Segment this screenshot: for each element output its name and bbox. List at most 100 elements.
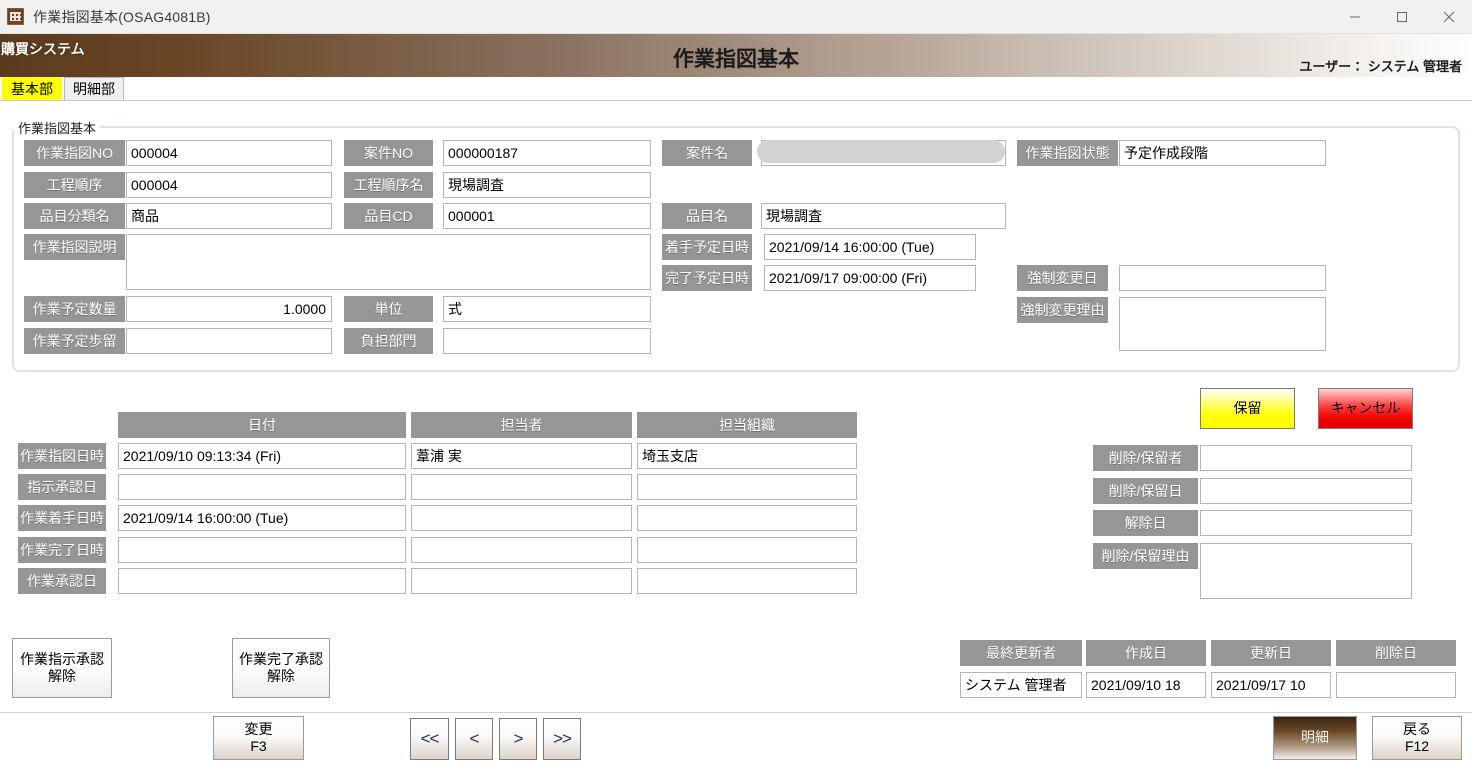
panel-legend: 作業指図基本 <box>14 118 101 137</box>
label-planned-qty: 作業予定数量 <box>24 296 125 322</box>
detail-button[interactable]: 明細 <box>1273 716 1357 760</box>
change-button-line1: 変更 <box>244 720 273 737</box>
label-planned-start: 着手予定日時 <box>662 234 752 260</box>
window-title: 作業指図基本(OSAG4081B) <box>33 8 211 25</box>
grid-cell-org-0[interactable]: 埼玉支店 <box>637 443 857 469</box>
instruction-approval-release-line1: 作業指示承認 <box>20 650 104 667</box>
label-forced-change-date: 強制変更日 <box>1017 265 1108 291</box>
label-item-class-name: 品目分類名 <box>24 203 125 229</box>
label-planned-end: 完了予定日時 <box>662 265 752 291</box>
grid-cell-person-4[interactable] <box>411 568 632 594</box>
grid-cell-org-1[interactable] <box>637 474 857 500</box>
input-planned-start[interactable]: 2021/09/14 16:00:00 (Tue) <box>764 234 976 260</box>
tab-kihonbu[interactable]: 基本部 <box>2 77 62 100</box>
grid-cell-person-0[interactable]: 葦浦 実 <box>411 443 632 469</box>
label-case-name: 案件名 <box>662 140 752 166</box>
label-item-name: 品目名 <box>662 203 752 229</box>
audit-value-last-updater[interactable]: システム 管理者 <box>960 672 1082 698</box>
audit-header-deleted-date: 削除日 <box>1336 640 1456 666</box>
input-planned-end[interactable]: 2021/09/17 09:00:00 (Fri) <box>764 265 976 291</box>
change-button[interactable]: 変更 F3 <box>213 716 304 760</box>
input-forced-change-date[interactable] <box>1119 265 1326 291</box>
input-process-seq[interactable]: 000004 <box>126 172 332 198</box>
label-case-no: 案件NO <box>344 140 433 166</box>
label-item-cd: 品目CD <box>344 203 433 229</box>
grid-cell-org-2[interactable] <box>637 505 857 531</box>
tab-meisaibu[interactable]: 明細部 <box>64 77 124 100</box>
grid-cell-date-1[interactable] <box>118 474 406 500</box>
label-forced-change-reason: 強制変更理由 <box>1017 297 1108 323</box>
grid-cell-person-3[interactable] <box>411 537 632 563</box>
label-unit: 単位 <box>344 296 433 322</box>
input-item-class-name[interactable]: 商品 <box>126 203 332 229</box>
user-name: システム 管理者 <box>1367 59 1462 74</box>
grid-header-date: 日付 <box>118 412 406 438</box>
nav-prev-button[interactable]: < <box>455 718 493 760</box>
grid-row-label-0: 作業指図日時 <box>18 443 106 469</box>
input-work-order-no[interactable]: 000004 <box>126 140 332 166</box>
grid-cell-date-2[interactable]: 2021/09/14 16:00:00 (Tue) <box>118 505 406 531</box>
grid-cell-person-1[interactable] <box>411 474 632 500</box>
grid-cell-date-3[interactable] <box>118 537 406 563</box>
cancel-button[interactable]: キャンセル <box>1318 388 1413 429</box>
grid-cell-org-4[interactable] <box>637 568 857 594</box>
label-release-date: 解除日 <box>1093 510 1198 536</box>
back-button[interactable]: 戻る F12 <box>1372 716 1462 760</box>
audit-header-last-updater: 最終更新者 <box>960 640 1082 666</box>
user-info: ユーザー： システム 管理者 <box>1299 56 1462 75</box>
input-process-seq-name[interactable]: 現場調査 <box>443 172 651 198</box>
input-delete-hold-date[interactable] <box>1200 478 1412 504</box>
audit-value-updated-date[interactable]: 2021/09/17 10 <box>1211 672 1331 698</box>
label-work-order-no: 作業指図NO <box>24 140 125 166</box>
input-work-order-status[interactable]: 予定作成段階 <box>1119 140 1326 166</box>
audit-header-updated-date: 更新日 <box>1211 640 1331 666</box>
window-controls <box>1331 0 1472 33</box>
window-titlebar: 作業指図基本(OSAG4081B) <box>0 0 1472 34</box>
label-charge-dept: 負担部門 <box>344 328 433 354</box>
app-icon <box>7 8 24 25</box>
audit-value-deleted-date[interactable] <box>1336 672 1456 698</box>
input-planned-qty[interactable]: 1.0000 <box>126 296 332 322</box>
grid-row-label-2: 作業着手日時 <box>18 505 106 531</box>
input-item-name[interactable]: 現場調査 <box>761 203 1006 229</box>
maximize-icon[interactable] <box>1378 0 1425 33</box>
user-label: ユーザー： <box>1299 59 1365 74</box>
completion-approval-release-button[interactable]: 作業完了承認 解除 <box>232 638 330 698</box>
grid-cell-person-2[interactable] <box>411 505 632 531</box>
nav-last-button[interactable]: >> <box>543 718 581 760</box>
grid-cell-org-3[interactable] <box>637 537 857 563</box>
back-button-line1: 戻る <box>1403 720 1431 737</box>
input-work-order-desc[interactable] <box>126 234 651 290</box>
input-case-no[interactable]: 000000187 <box>443 140 651 166</box>
label-process-seq: 工程順序 <box>24 172 125 198</box>
instruction-approval-release-button[interactable]: 作業指示承認 解除 <box>12 638 112 698</box>
input-release-date[interactable] <box>1200 510 1412 536</box>
input-item-cd[interactable]: 000001 <box>443 203 651 229</box>
grid-cell-date-4[interactable] <box>118 568 406 594</box>
label-delete-hold-reason: 削除/保留理由 <box>1093 543 1198 569</box>
case-name-redaction <box>757 140 1005 163</box>
footer-divider <box>0 712 1472 713</box>
input-delete-hold-person[interactable] <box>1200 445 1412 471</box>
input-delete-hold-reason[interactable] <box>1200 543 1412 599</box>
nav-first-button[interactable]: << <box>410 718 449 760</box>
input-planned-yield[interactable] <box>126 328 332 354</box>
audit-value-created-date[interactable]: 2021/09/10 18 <box>1086 672 1206 698</box>
input-forced-change-reason[interactable] <box>1119 297 1326 351</box>
grid-header-person: 担当者 <box>411 412 632 438</box>
nav-next-button[interactable]: > <box>499 718 537 760</box>
completion-approval-release-line1: 作業完了承認 <box>239 650 323 667</box>
change-button-line2: F3 <box>250 738 267 754</box>
page-title: 作業指図基本 <box>673 48 799 71</box>
minimize-icon[interactable] <box>1331 0 1378 33</box>
completion-approval-release-line2: 解除 <box>267 668 295 684</box>
label-delete-hold-person: 削除/保留者 <box>1093 445 1198 471</box>
input-charge-dept[interactable] <box>443 328 651 354</box>
hold-button[interactable]: 保留 <box>1200 388 1295 429</box>
close-icon[interactable] <box>1425 0 1472 33</box>
label-work-order-desc: 作業指図説明 <box>24 234 125 260</box>
label-work-order-status: 作業指図状態 <box>1017 140 1118 166</box>
app-banner: 購買システム 作業指図基本 ユーザー： システム 管理者 <box>0 34 1472 77</box>
input-unit[interactable]: 式 <box>443 296 651 322</box>
grid-cell-date-0[interactable]: 2021/09/10 09:13:34 (Fri) <box>118 443 406 469</box>
